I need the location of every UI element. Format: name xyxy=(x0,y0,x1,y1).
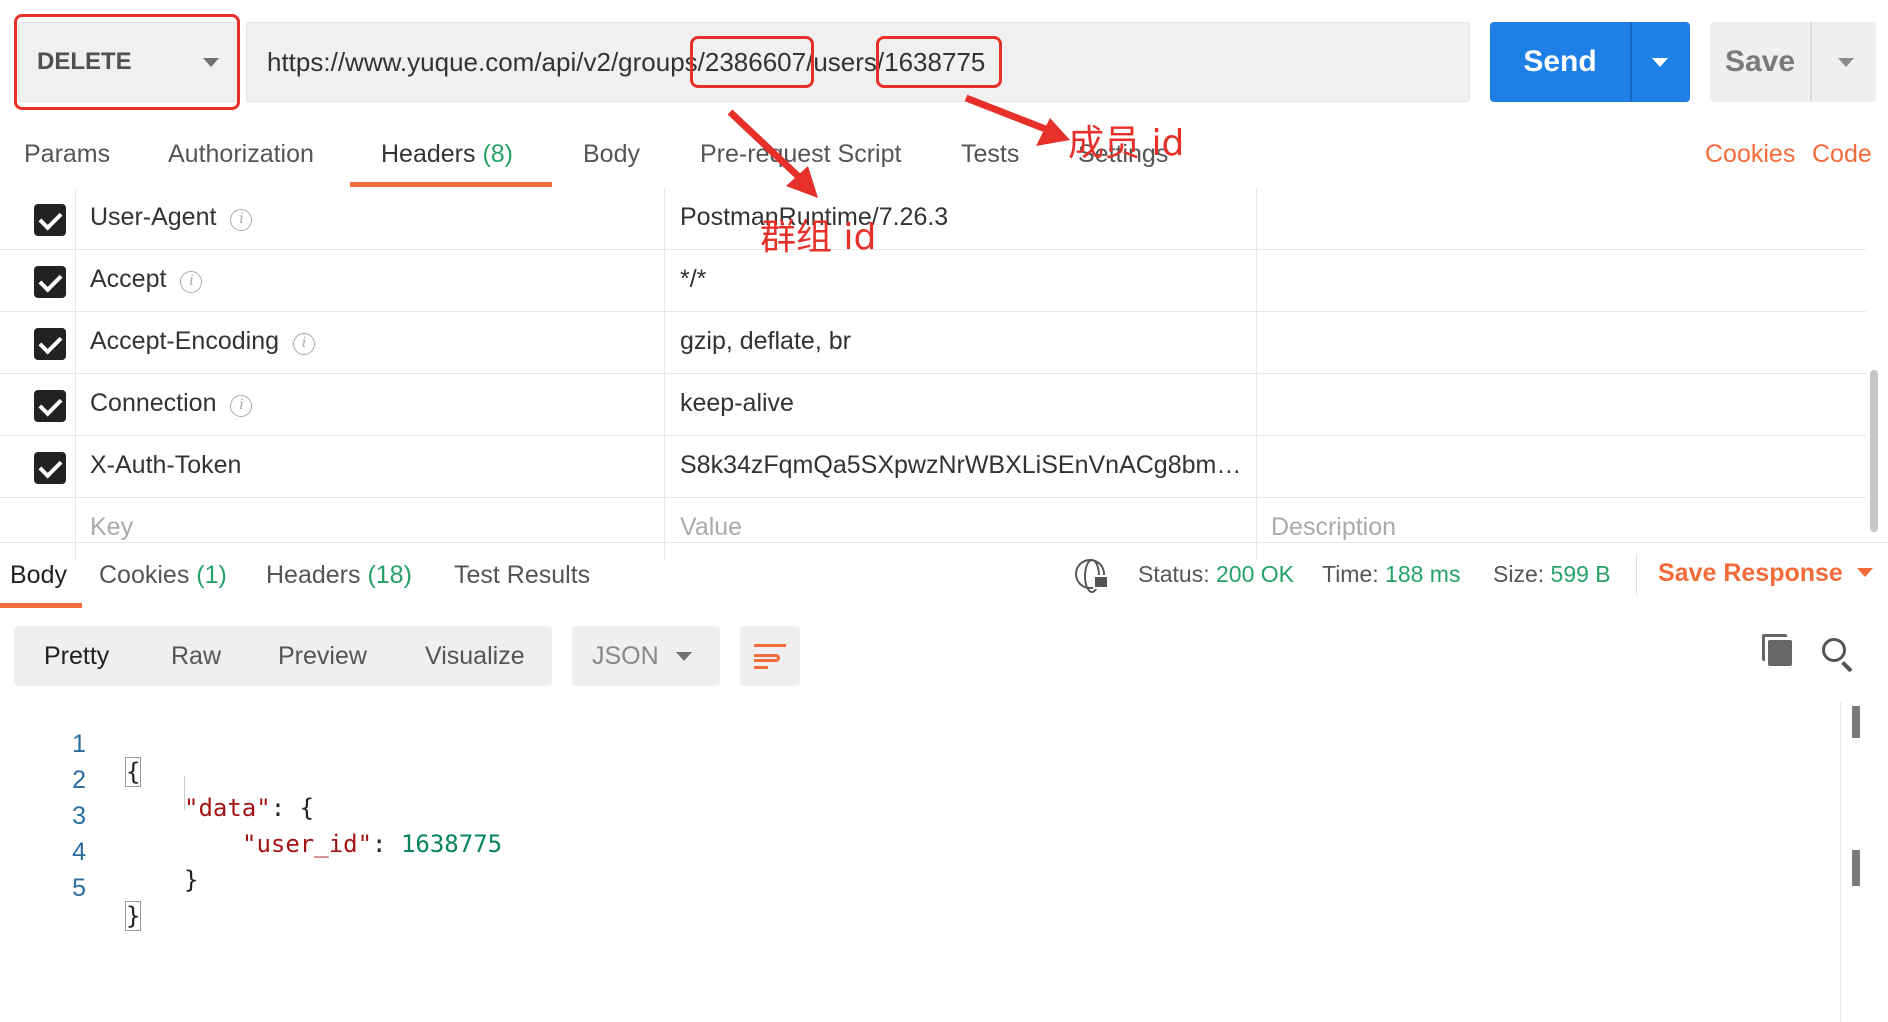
annotation-arrows xyxy=(727,94,1070,198)
annotation-group-id: 群组 id xyxy=(760,217,877,258)
annotation-member-id: 成员 id xyxy=(1068,123,1185,164)
